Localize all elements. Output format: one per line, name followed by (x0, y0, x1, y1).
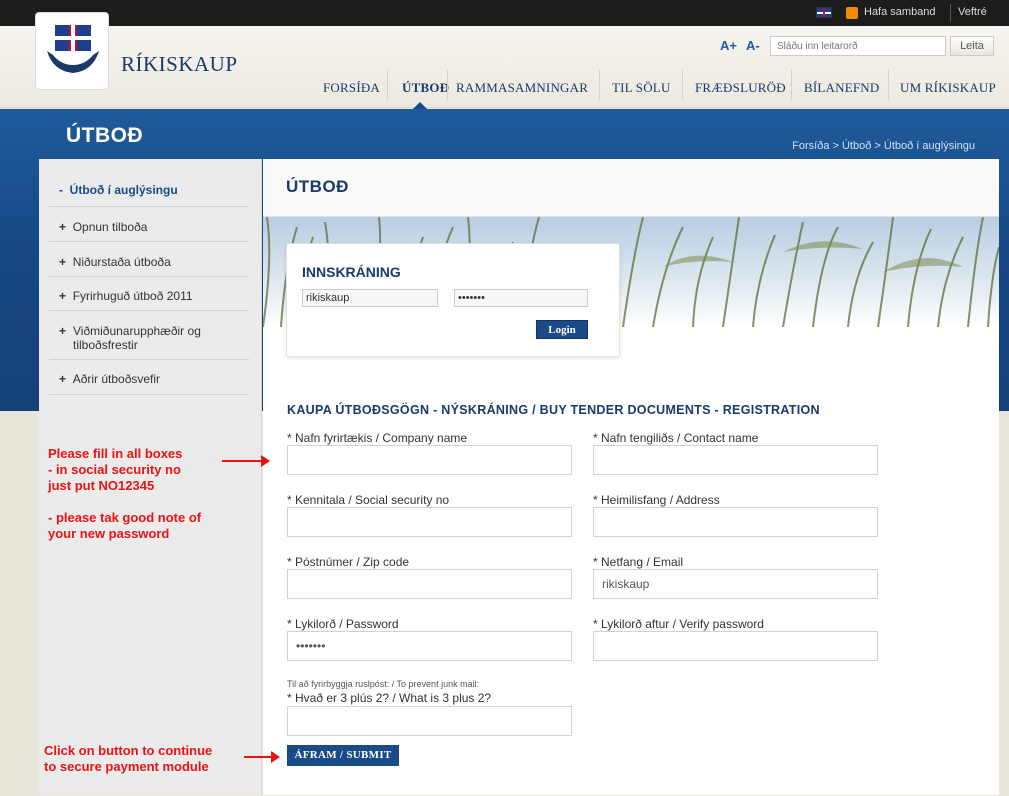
login-button[interactable]: Login (536, 320, 588, 339)
font-increase-button[interactable]: A+ (720, 38, 737, 53)
address-input[interactable] (593, 507, 878, 537)
nav-divider (888, 70, 889, 100)
sidebar-item-label: Útboð í auglýsingu (69, 183, 178, 197)
captcha-input[interactable] (287, 706, 572, 736)
top-bar: Hafa samband Veftré (0, 0, 1009, 26)
viking-ship-logo-icon (47, 25, 99, 73)
annotation-line: just put NO12345 (48, 478, 155, 493)
sidebar-divider (49, 359, 249, 360)
nav-divider (387, 70, 388, 100)
breadcrumb[interactable]: Forsíða > Útboð > Útboð í auglýsingu (792, 140, 975, 152)
sidebar-item-label: Viðmiðunarupphæðir og tilboðsfrestir (73, 324, 201, 352)
sidebar-divider (49, 276, 249, 277)
password-input[interactable] (287, 631, 572, 661)
sidebar-item-prefix: + (59, 372, 67, 386)
nav-divider (599, 70, 600, 100)
sidebar-item-utbod-i-auglysingu[interactable]: - Útboð í auglýsingu (59, 183, 247, 197)
content-header: ÚTBOÐ (263, 159, 999, 217)
annotation-arrow-icon (244, 751, 280, 763)
verify-password-label: * Lykilorð aftur / Verify password (593, 617, 764, 631)
address-label: * Heimilisfang / Address (593, 493, 720, 507)
nav-til-solu[interactable]: TIL SÖLU (612, 80, 671, 96)
email-label: * Netfang / Email (593, 555, 684, 569)
sidebar-item-prefix: + (59, 289, 67, 303)
uk-flag-icon[interactable] (816, 7, 832, 18)
sidebar-item-label: Niðurstaða útboða (72, 255, 171, 269)
submit-button[interactable]: ÁFRAM / SUBMIT (287, 745, 399, 766)
login-box: INNSKRÁNING Login (286, 243, 620, 357)
nav-divider (791, 70, 792, 100)
font-decrease-button[interactable]: A- (746, 38, 760, 53)
sidebar-item-prefix: - (59, 183, 63, 197)
sidebar-item-label: Opnun tilboða (72, 220, 148, 234)
zip-input[interactable] (287, 569, 572, 599)
nav-utbod[interactable]: ÚTBOÐ (402, 80, 449, 96)
sidebar-item-label: Fyrirhuguð útboð 2011 (72, 289, 193, 303)
password-label: * Lykilorð / Password (287, 617, 399, 631)
annotation-fill-instructions: Please fill in all boxes - in social sec… (48, 446, 201, 542)
verify-password-input[interactable] (593, 631, 878, 661)
login-password-input[interactable] (454, 289, 588, 307)
search-button[interactable]: Leita (950, 36, 994, 56)
annotation-line: your new password (48, 526, 170, 541)
annotation-line: Please fill in all boxes (48, 446, 183, 461)
nav-um-rikiskaup[interactable]: UM RÍKISKAUP (900, 80, 996, 96)
annotation-line: - in social security no (48, 462, 181, 477)
annotation-line: to secure payment module (44, 759, 209, 774)
top-bar-divider (950, 4, 951, 22)
ssn-input[interactable] (287, 507, 572, 537)
nav-forsida[interactable]: FORSÍÐA (323, 80, 380, 96)
contact-name-label: * Nafn tengiliðs / Contact name (593, 431, 759, 445)
sidebar-divider (49, 394, 249, 395)
login-title: INNSKRÁNING (302, 264, 401, 280)
nav-fraedslurod[interactable]: FRÆÐSLURÖÐ (695, 80, 786, 96)
company-name-label: * Nafn fyrirtækis / Company name (287, 431, 468, 445)
ssn-label: * Kennitala / Social security no (287, 493, 450, 507)
sidebar-item-prefix: + (59, 220, 67, 234)
email-input[interactable] (593, 569, 878, 599)
sidebar-item-prefix: + (59, 255, 67, 269)
annotation-submit-instructions: Click on button to continue to secure pa… (44, 743, 212, 775)
logo[interactable] (35, 12, 109, 90)
sidebar-item-vidmidunarupphaedir[interactable]: + Viðmiðunarupphæðir og tilboðsfrestir (59, 324, 247, 352)
contact-link[interactable]: Hafa samband (864, 6, 936, 18)
rss-icon[interactable] (846, 7, 858, 19)
nav-rammasamningar[interactable]: RAMMASAMNINGAR (456, 80, 588, 96)
annotation-arrow-icon (222, 455, 270, 467)
junk-mail-note: Til að fyrirbyggja ruslpóst: / To preven… (287, 679, 480, 689)
brand-name: RÍKISKAUP (121, 52, 238, 76)
sidebar-item-opnun-tilboda[interactable]: + Opnun tilboða (59, 220, 247, 234)
content-title: ÚTBOÐ (286, 177, 349, 196)
nav-divider (682, 70, 683, 100)
nav-bilanefnd[interactable]: BÍLANEFND (804, 80, 879, 96)
zip-label: * Póstnúmer / Zip code (287, 555, 410, 569)
page-title: ÚTBOÐ (66, 124, 144, 147)
registration-title: KAUPA ÚTBOÐSGÖGN - NÝSKRÁNING / BUY TEND… (287, 403, 820, 417)
nav-divider (447, 70, 448, 100)
annotation-line: Click on button to continue (44, 743, 213, 758)
search-input[interactable] (770, 36, 946, 56)
sitemap-link[interactable]: Veftré (958, 6, 987, 18)
annotation-line: - please tak good note of (48, 510, 202, 525)
sidebar-divider (49, 241, 249, 242)
sidebar-divider (49, 206, 249, 207)
active-nav-indicator (413, 102, 427, 109)
sidebar-item-adrir-utbodsvefir[interactable]: + Aðrir útboðsvefir (59, 372, 247, 386)
captcha-label: * Hvað er 3 plús 2? / What is 3 plus 2? (287, 691, 492, 705)
contact-name-input[interactable] (593, 445, 878, 475)
sidebar-item-fyrirhugud-utbod[interactable]: + Fyrirhuguð útboð 2011 (59, 289, 247, 303)
login-username-input[interactable] (302, 289, 438, 307)
company-name-input[interactable] (287, 445, 572, 475)
sidebar-item-nidurstada-utboda[interactable]: + Niðurstaða útboða (59, 255, 247, 269)
sidebar-item-label: Aðrir útboðsvefir (72, 372, 161, 386)
sidebar-item-prefix: + (59, 324, 67, 338)
sidebar-divider (49, 310, 249, 311)
